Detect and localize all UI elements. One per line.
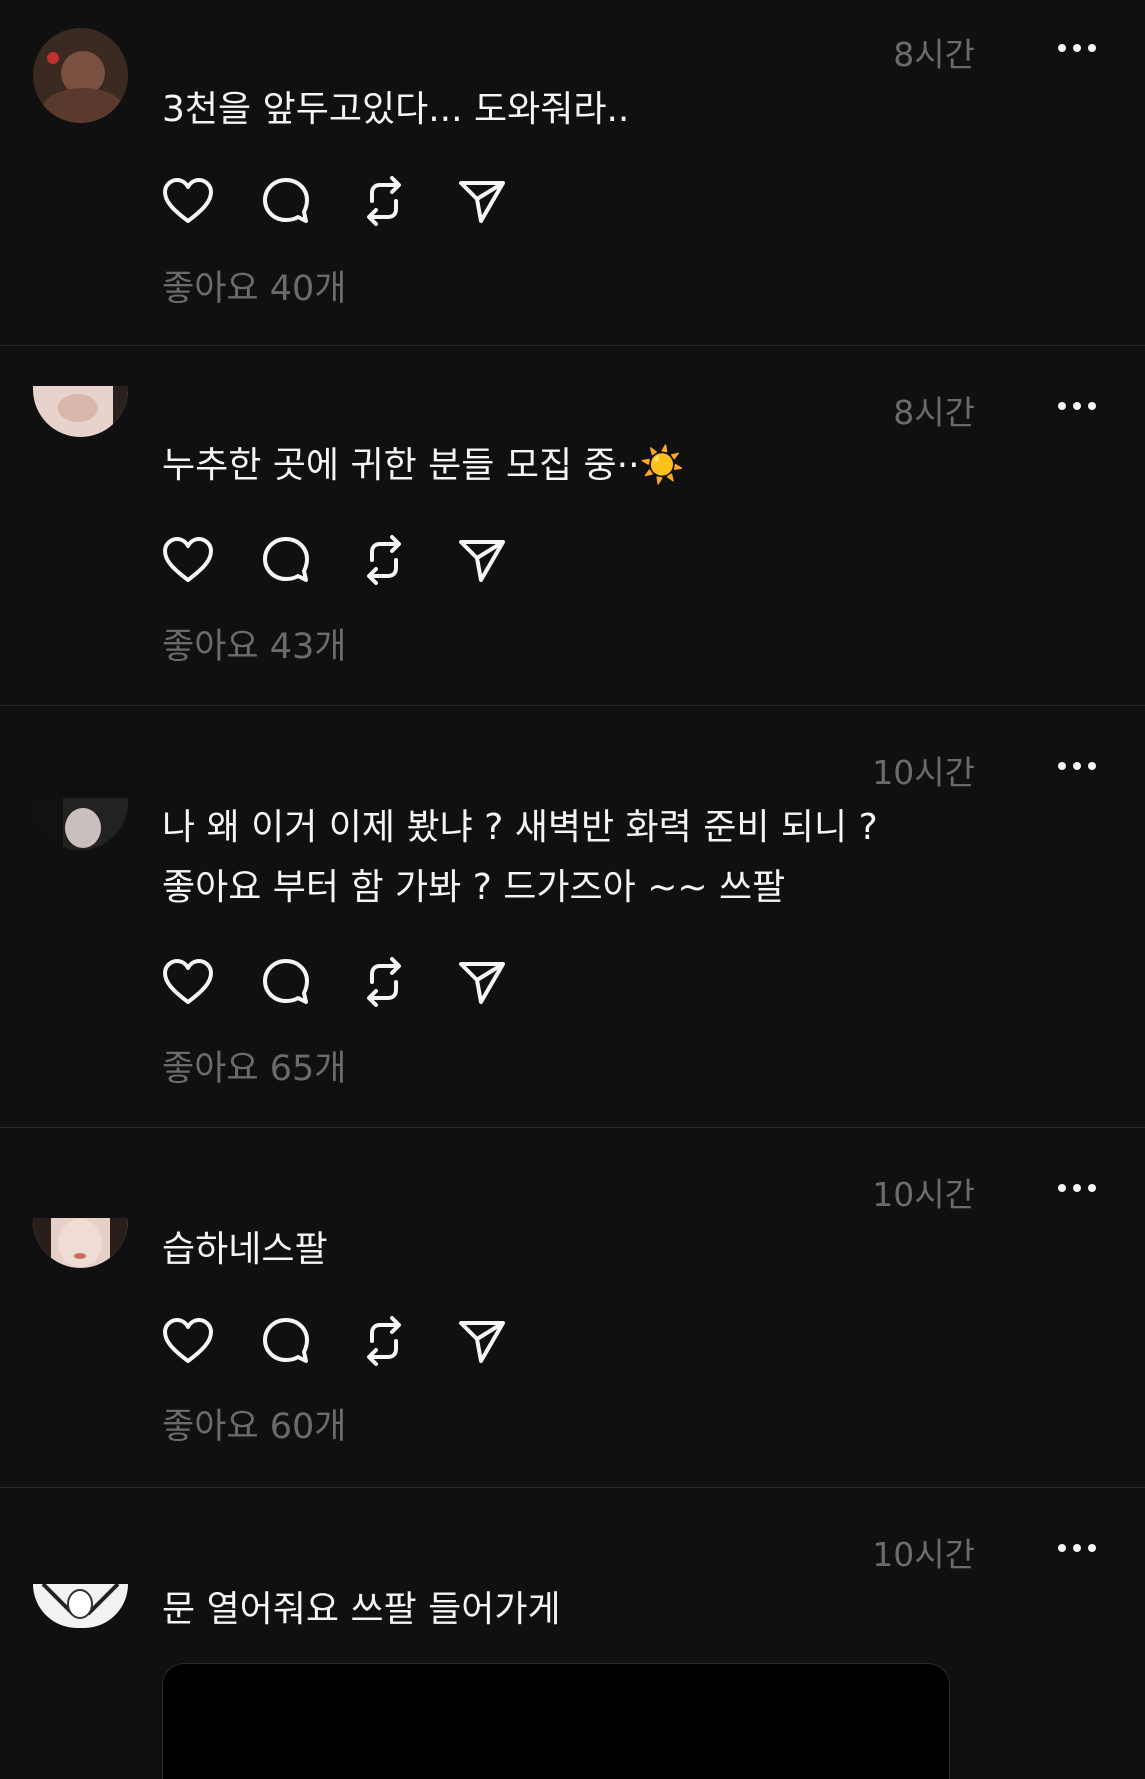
send-icon — [459, 962, 505, 1004]
send-icon — [459, 1321, 505, 1363]
post-actions — [162, 957, 508, 1007]
heart-icon — [163, 537, 213, 582]
post-text: 습하네스팔 — [162, 1229, 328, 1270]
post-text: 3천을 앞두고있다... 도와줘라.. — [162, 89, 630, 130]
heart-icon — [163, 959, 213, 1004]
like-count[interactable]: 좋아요 40개 — [162, 260, 346, 311]
post-actions — [162, 1316, 508, 1366]
repost-button[interactable] — [358, 175, 410, 227]
thread-post: 8시간 누추한 곳에 귀한 분들 모집 중··☀️ 좋아요 43개 — [0, 346, 1145, 706]
share-button[interactable] — [456, 175, 508, 227]
post-actions — [162, 176, 508, 226]
repost-button[interactable] — [358, 956, 410, 1008]
comment-button[interactable] — [260, 534, 312, 586]
share-button[interactable] — [456, 534, 508, 586]
more-options-button[interactable] — [1047, 746, 1107, 786]
comment-button[interactable] — [260, 175, 312, 227]
post-actions — [162, 535, 508, 585]
post-media[interactable] — [162, 1663, 950, 1779]
avatar[interactable] — [33, 386, 128, 437]
comment-icon — [263, 959, 309, 1004]
send-icon — [459, 181, 505, 223]
more-dots-icon — [1058, 1184, 1096, 1192]
post-time: 8시간 — [893, 35, 975, 74]
repost-button[interactable] — [358, 1315, 410, 1367]
comment-icon — [263, 537, 309, 582]
avatar[interactable] — [33, 1218, 128, 1268]
more-options-button[interactable] — [1047, 1168, 1107, 1208]
share-button[interactable] — [456, 956, 508, 1008]
repost-icon — [367, 957, 401, 1007]
post-text: 누추한 곳에 귀한 분들 모집 중··☀️ — [162, 445, 685, 486]
heart-icon — [163, 178, 213, 223]
more-dots-icon — [1058, 1544, 1096, 1552]
post-time: 10시간 — [872, 1175, 975, 1214]
comment-icon — [263, 178, 309, 223]
comment-icon — [263, 1318, 309, 1363]
post-time: 10시간 — [872, 753, 975, 792]
post-time: 10시간 — [872, 1535, 975, 1574]
thread-post: 8시간 3천을 앞두고있다... 도와줘라.. 좋아요 40개 — [0, 0, 1145, 346]
more-dots-icon — [1058, 402, 1096, 410]
like-button[interactable] — [162, 956, 214, 1008]
like-button[interactable] — [162, 1315, 214, 1367]
thread-post: 10시간 문 열어줘요 쓰팔 들어가게 — [0, 1488, 1145, 1779]
avatar[interactable] — [33, 798, 128, 850]
repost-icon — [367, 1316, 401, 1366]
like-count[interactable]: 좋아요 60개 — [162, 1398, 346, 1449]
more-dots-icon — [1058, 762, 1096, 770]
avatar[interactable] — [33, 1584, 128, 1628]
post-time: 8시간 — [893, 393, 975, 432]
post-text: 나 왜 이거 이제 봤냐 ? 새벽반 화력 준비 되니 ? 좋아요 부터 함 가… — [162, 807, 878, 908]
heart-icon — [163, 1318, 213, 1363]
like-count[interactable]: 좋아요 43개 — [162, 618, 346, 669]
like-count[interactable]: 좋아요 65개 — [162, 1040, 346, 1091]
thread-post: 10시간 나 왜 이거 이제 봤냐 ? 새벽반 화력 준비 되니 ? 좋아요 부… — [0, 706, 1145, 1128]
repost-icon — [367, 535, 401, 585]
comment-button[interactable] — [260, 956, 312, 1008]
comment-button[interactable] — [260, 1315, 312, 1367]
share-button[interactable] — [456, 1315, 508, 1367]
avatar[interactable] — [33, 28, 128, 123]
more-options-button[interactable] — [1047, 28, 1107, 68]
more-options-button[interactable] — [1047, 1528, 1107, 1568]
like-button[interactable] — [162, 175, 214, 227]
more-dots-icon — [1058, 44, 1096, 52]
repost-icon — [367, 176, 401, 226]
send-icon — [459, 540, 505, 582]
post-text: 문 열어줘요 쓰팔 들어가게 — [162, 1589, 561, 1630]
like-button[interactable] — [162, 534, 214, 586]
more-options-button[interactable] — [1047, 386, 1107, 426]
repost-button[interactable] — [358, 534, 410, 586]
thread-post: 10시간 습하네스팔 좋아요 60개 — [0, 1128, 1145, 1488]
